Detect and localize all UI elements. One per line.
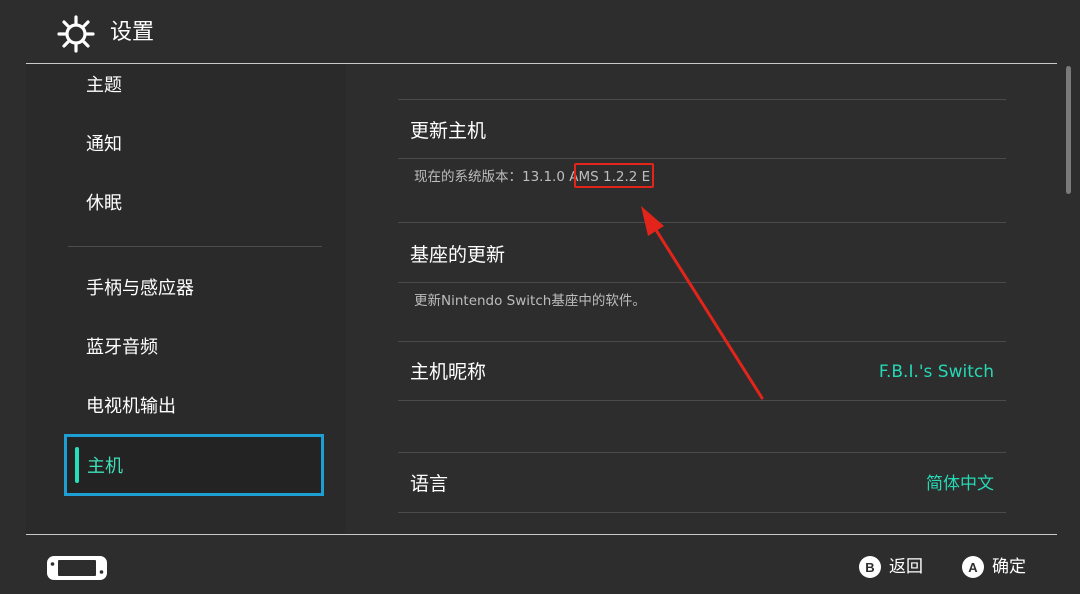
row-divider bbox=[398, 99, 1006, 100]
sidebar-item-notifications[interactable]: 通知 bbox=[86, 133, 122, 157]
update-console-title: 更新主机 bbox=[410, 120, 487, 142]
scrollbar[interactable] bbox=[1066, 66, 1071, 194]
language-title: 语言 bbox=[410, 473, 449, 495]
sidebar: 主题 通知 休眠 手柄与感应器 蓝牙音频 电视机输出 主机 bbox=[26, 64, 346, 534]
sidebar-item-sleep[interactable]: 休眠 bbox=[86, 192, 122, 216]
confirm-label: 确定 bbox=[992, 557, 1026, 577]
confirm-button[interactable]: A 确定 bbox=[962, 554, 1026, 580]
sidebar-divider bbox=[68, 246, 322, 247]
a-button-icon: A bbox=[962, 556, 984, 578]
selection-indicator bbox=[75, 447, 79, 483]
row-divider bbox=[398, 158, 1006, 159]
dock-update-title: 基座的更新 bbox=[410, 244, 506, 266]
version-number: 13.1.0 bbox=[522, 169, 565, 185]
language-value: 简体中文 bbox=[926, 474, 994, 494]
row-divider bbox=[398, 512, 1006, 513]
nickname-value: F.B.I.'s Switch bbox=[878, 362, 994, 382]
back-label: 返回 bbox=[889, 557, 923, 577]
switch-console-icon bbox=[47, 556, 107, 580]
gear-icon bbox=[57, 15, 95, 53]
sidebar-item-bluetooth-audio[interactable]: 蓝牙音频 bbox=[86, 336, 158, 360]
sidebar-item-controllers[interactable]: 手柄与感应器 bbox=[86, 277, 194, 301]
header-bar: 设置 bbox=[0, 0, 1080, 63]
sidebar-item-system[interactable]: 主机 bbox=[64, 434, 324, 496]
row-divider bbox=[398, 222, 1006, 223]
sidebar-item-tv-output[interactable]: 电视机输出 bbox=[86, 395, 176, 419]
sidebar-item-theme[interactable]: 主题 bbox=[86, 74, 122, 98]
page-title: 设置 bbox=[110, 20, 155, 45]
row-divider bbox=[398, 341, 1006, 342]
row-divider bbox=[398, 400, 1006, 401]
back-button[interactable]: B 返回 bbox=[859, 554, 923, 580]
row-divider bbox=[398, 452, 1006, 453]
dock-update-description: 更新Nintendo Switch基座中的软件。 bbox=[414, 293, 646, 309]
b-button-icon: B bbox=[859, 556, 881, 578]
settings-panel: 更新主机 现在的系统版本：13.1.0 AMS 1.2.2 E 基座的更新 更新… bbox=[346, 64, 1056, 534]
footer-divider bbox=[26, 534, 1057, 535]
ams-version-highlight bbox=[574, 163, 654, 188]
sidebar-item-label: 主机 bbox=[87, 456, 123, 477]
nickname-title: 主机昵称 bbox=[410, 361, 487, 383]
row-divider bbox=[398, 282, 1006, 283]
version-prefix: 现在的系统版本： bbox=[414, 169, 522, 185]
